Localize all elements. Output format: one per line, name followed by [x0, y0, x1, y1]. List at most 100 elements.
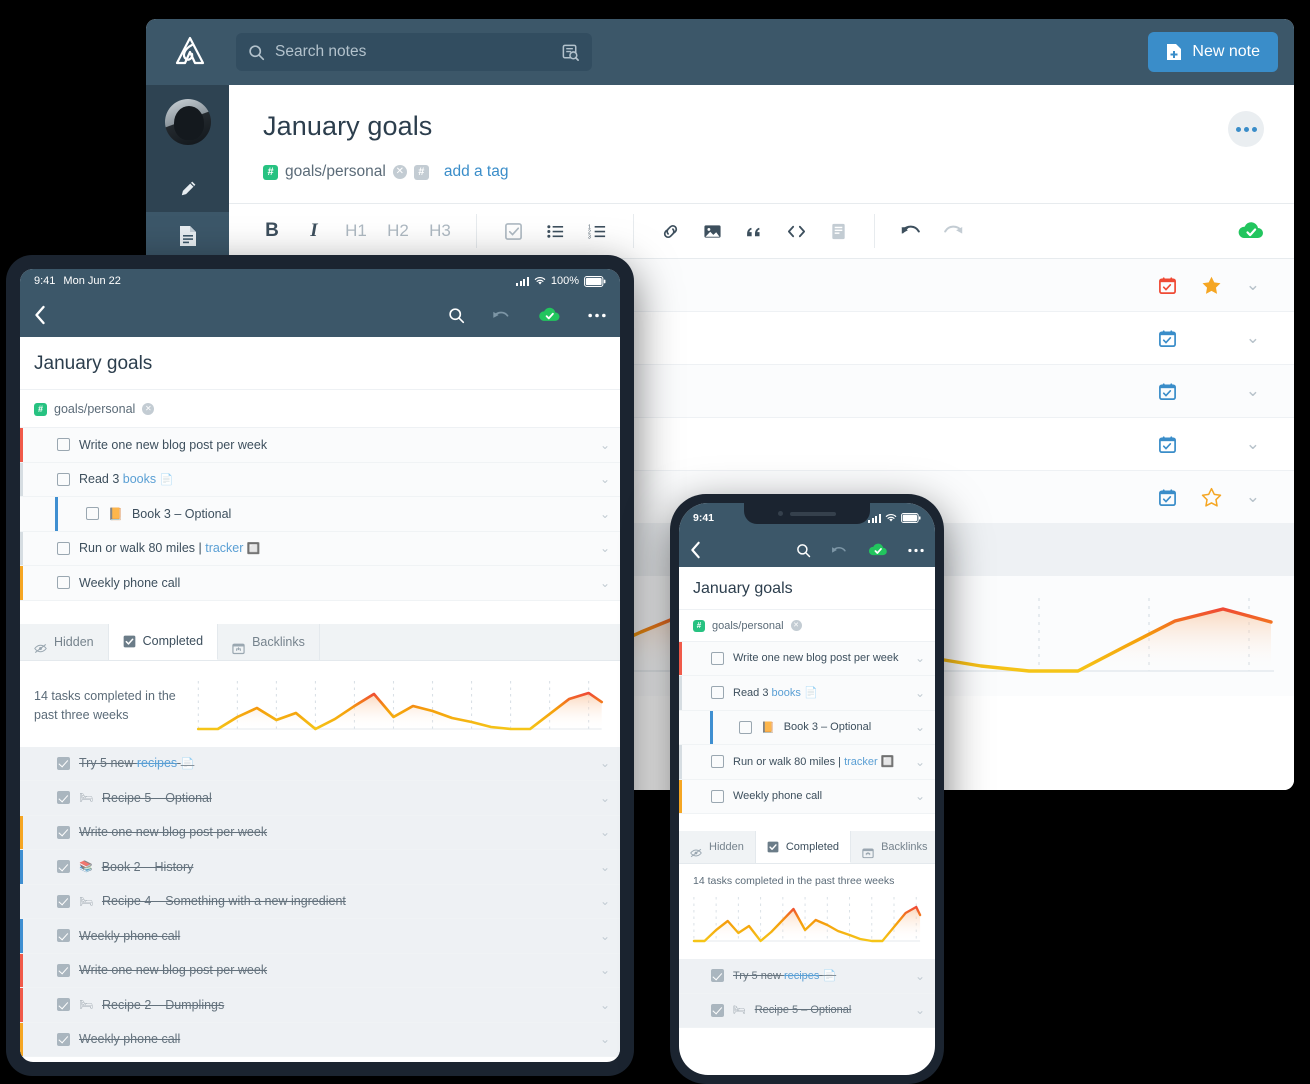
task-checkbox[interactable] [57, 541, 70, 555]
note-link[interactable]: recipes [784, 970, 819, 982]
chevron-down-icon[interactable]: ⌄ [915, 1003, 925, 1017]
list-item[interactable]: Read 3 books 📄 ⌄ [679, 676, 935, 711]
chevron-down-icon[interactable]: ⌄ [600, 825, 610, 839]
task-checkbox[interactable] [57, 472, 70, 486]
chevron-down-icon[interactable]: ⌄ [1246, 434, 1260, 454]
heading-1-button[interactable]: H1 [335, 203, 377, 259]
note-link[interactable]: books [772, 687, 801, 699]
italic-button[interactable]: I [293, 203, 335, 259]
list-item[interactable]: Write one new blog post per week ⌄ [20, 953, 620, 988]
list-item[interactable]: Run or walk 80 miles | tracker 🔲 ⌄ [679, 745, 935, 780]
task-checkbox[interactable] [57, 929, 70, 943]
star-icon[interactable] [1201, 275, 1222, 296]
chevron-down-icon[interactable]: ⌄ [600, 541, 610, 555]
calendar-icon[interactable] [1158, 382, 1177, 401]
undo-button[interactable] [890, 203, 932, 259]
redo-button[interactable] [932, 203, 974, 259]
advanced-search-icon[interactable] [561, 43, 580, 62]
task-checkbox[interactable] [57, 825, 70, 839]
tab-hidden[interactable]: Hidden [679, 831, 756, 863]
task-checkbox[interactable] [711, 969, 724, 983]
star-outline-icon[interactable] [1201, 487, 1222, 508]
search-input[interactable]: Search notes [236, 33, 592, 71]
task-checkbox[interactable] [57, 756, 70, 770]
note-link[interactable]: books [123, 472, 156, 486]
new-note-button[interactable]: New note [1148, 32, 1278, 72]
chevron-down-icon[interactable]: ⌄ [600, 929, 610, 943]
list-item[interactable]: Write one new blog post per week ⌄ [20, 815, 620, 850]
add-tag-link[interactable]: add a tag [444, 163, 509, 181]
bulleted-list-button[interactable] [534, 203, 576, 259]
calendar-icon[interactable] [1158, 488, 1177, 507]
calendar-icon[interactable] [1158, 435, 1177, 454]
chevron-down-icon[interactable]: ⌄ [600, 507, 610, 521]
back-chevron-icon[interactable] [690, 541, 701, 559]
tab-backlinks[interactable]: Backlinks [218, 623, 320, 660]
remove-tag-icon[interactable]: ✕ [142, 403, 155, 415]
task-checkbox[interactable] [57, 998, 70, 1012]
chevron-down-icon[interactable]: ⌄ [600, 998, 610, 1012]
list-item[interactable]: Weekly phone call ⌄ [20, 566, 620, 601]
tab-hidden[interactable]: Hidden [20, 623, 109, 660]
amplenote-logo-icon[interactable] [162, 33, 218, 71]
task-checkbox[interactable] [711, 1003, 724, 1017]
task-checkbox[interactable] [57, 438, 70, 452]
task-checkbox[interactable] [86, 507, 99, 521]
chevron-down-icon[interactable]: ⌄ [600, 756, 610, 770]
tag-chip[interactable]: # goals/personal ✕ [693, 619, 802, 632]
note-link[interactable]: tracker [205, 541, 243, 555]
calendar-icon[interactable] [1158, 329, 1177, 348]
chevron-down-icon[interactable]: ⌄ [915, 969, 925, 983]
list-item[interactable]: 🛏 Recipe 5 – Optional ⌄ [679, 993, 935, 1028]
sidebar-item-jots[interactable] [146, 165, 229, 212]
search-icon[interactable] [448, 307, 465, 324]
remove-tag-icon[interactable]: ✕ [790, 620, 802, 631]
chevron-down-icon[interactable]: ⌄ [915, 789, 925, 803]
chevron-down-icon[interactable]: ⌄ [915, 651, 925, 665]
task-checkbox[interactable] [57, 576, 70, 590]
sync-cloud-icon[interactable] [537, 305, 562, 325]
insert-image-button[interactable] [691, 203, 733, 259]
avatar[interactable] [164, 99, 211, 145]
tag-chip[interactable]: # goals/personal ✕ [34, 402, 155, 416]
sync-cloud-icon[interactable] [867, 541, 889, 559]
insert-link-button[interactable] [649, 203, 691, 259]
back-chevron-icon[interactable] [34, 305, 46, 325]
chevron-down-icon[interactable]: ⌄ [1246, 328, 1260, 348]
chevron-down-icon[interactable]: ⌄ [600, 438, 610, 452]
remove-tag-icon[interactable]: ✕ [392, 165, 407, 179]
task-checkbox[interactable] [57, 791, 70, 805]
chevron-down-icon[interactable]: ⌄ [915, 686, 925, 700]
list-item[interactable]: 🛏 Recipe 4 – Something with a new ingred… [20, 884, 620, 919]
list-item[interactable]: Read 3 books 📄 ⌄ [20, 462, 620, 497]
list-item[interactable]: Write one new blog post per week ⌄ [20, 428, 620, 463]
task-checkbox[interactable] [57, 963, 70, 977]
bold-button[interactable]: B [251, 203, 293, 259]
task-checkbox[interactable] [711, 789, 724, 803]
list-item[interactable]: Weekly phone call ⌄ [679, 779, 935, 814]
chevron-down-icon[interactable]: ⌄ [1246, 487, 1260, 507]
task-checkbox[interactable] [711, 651, 724, 665]
checklist-button[interactable] [492, 203, 534, 259]
chevron-down-icon[interactable]: ⌄ [600, 576, 610, 590]
list-item[interactable]: Run or walk 80 miles | tracker 🔲 ⌄ [20, 531, 620, 566]
list-item[interactable]: 📚 Book 2 – History ⌄ [20, 850, 620, 885]
tab-backlinks[interactable]: Backlinks [851, 831, 935, 863]
list-item[interactable]: 🛏 Recipe 5 – Optional ⌄ [20, 781, 620, 816]
sidebar-item-notes[interactable] [146, 212, 229, 259]
list-item[interactable]: Weekly phone call ⌄ [20, 919, 620, 954]
tab-completed[interactable]: Completed [755, 831, 852, 863]
list-item[interactable]: 📙 Book 3 – Optional ⌄ [20, 497, 620, 532]
code-block-button[interactable] [775, 203, 817, 259]
chevron-down-icon[interactable]: ⌄ [600, 791, 610, 805]
chevron-down-icon[interactable]: ⌄ [600, 1032, 610, 1046]
calendar-icon[interactable] [1158, 276, 1177, 295]
task-checkbox[interactable] [711, 686, 724, 700]
sync-cloud-icon[interactable] [1236, 219, 1266, 243]
list-item[interactable]: Weekly phone call ⌄ [20, 1022, 620, 1057]
chevron-down-icon[interactable]: ⌄ [1246, 381, 1260, 401]
tab-completed[interactable]: Completed [108, 623, 219, 660]
task-checkbox[interactable] [57, 894, 70, 908]
more-options-icon[interactable] [908, 548, 924, 553]
numbered-list-button[interactable]: 123 [576, 203, 618, 259]
